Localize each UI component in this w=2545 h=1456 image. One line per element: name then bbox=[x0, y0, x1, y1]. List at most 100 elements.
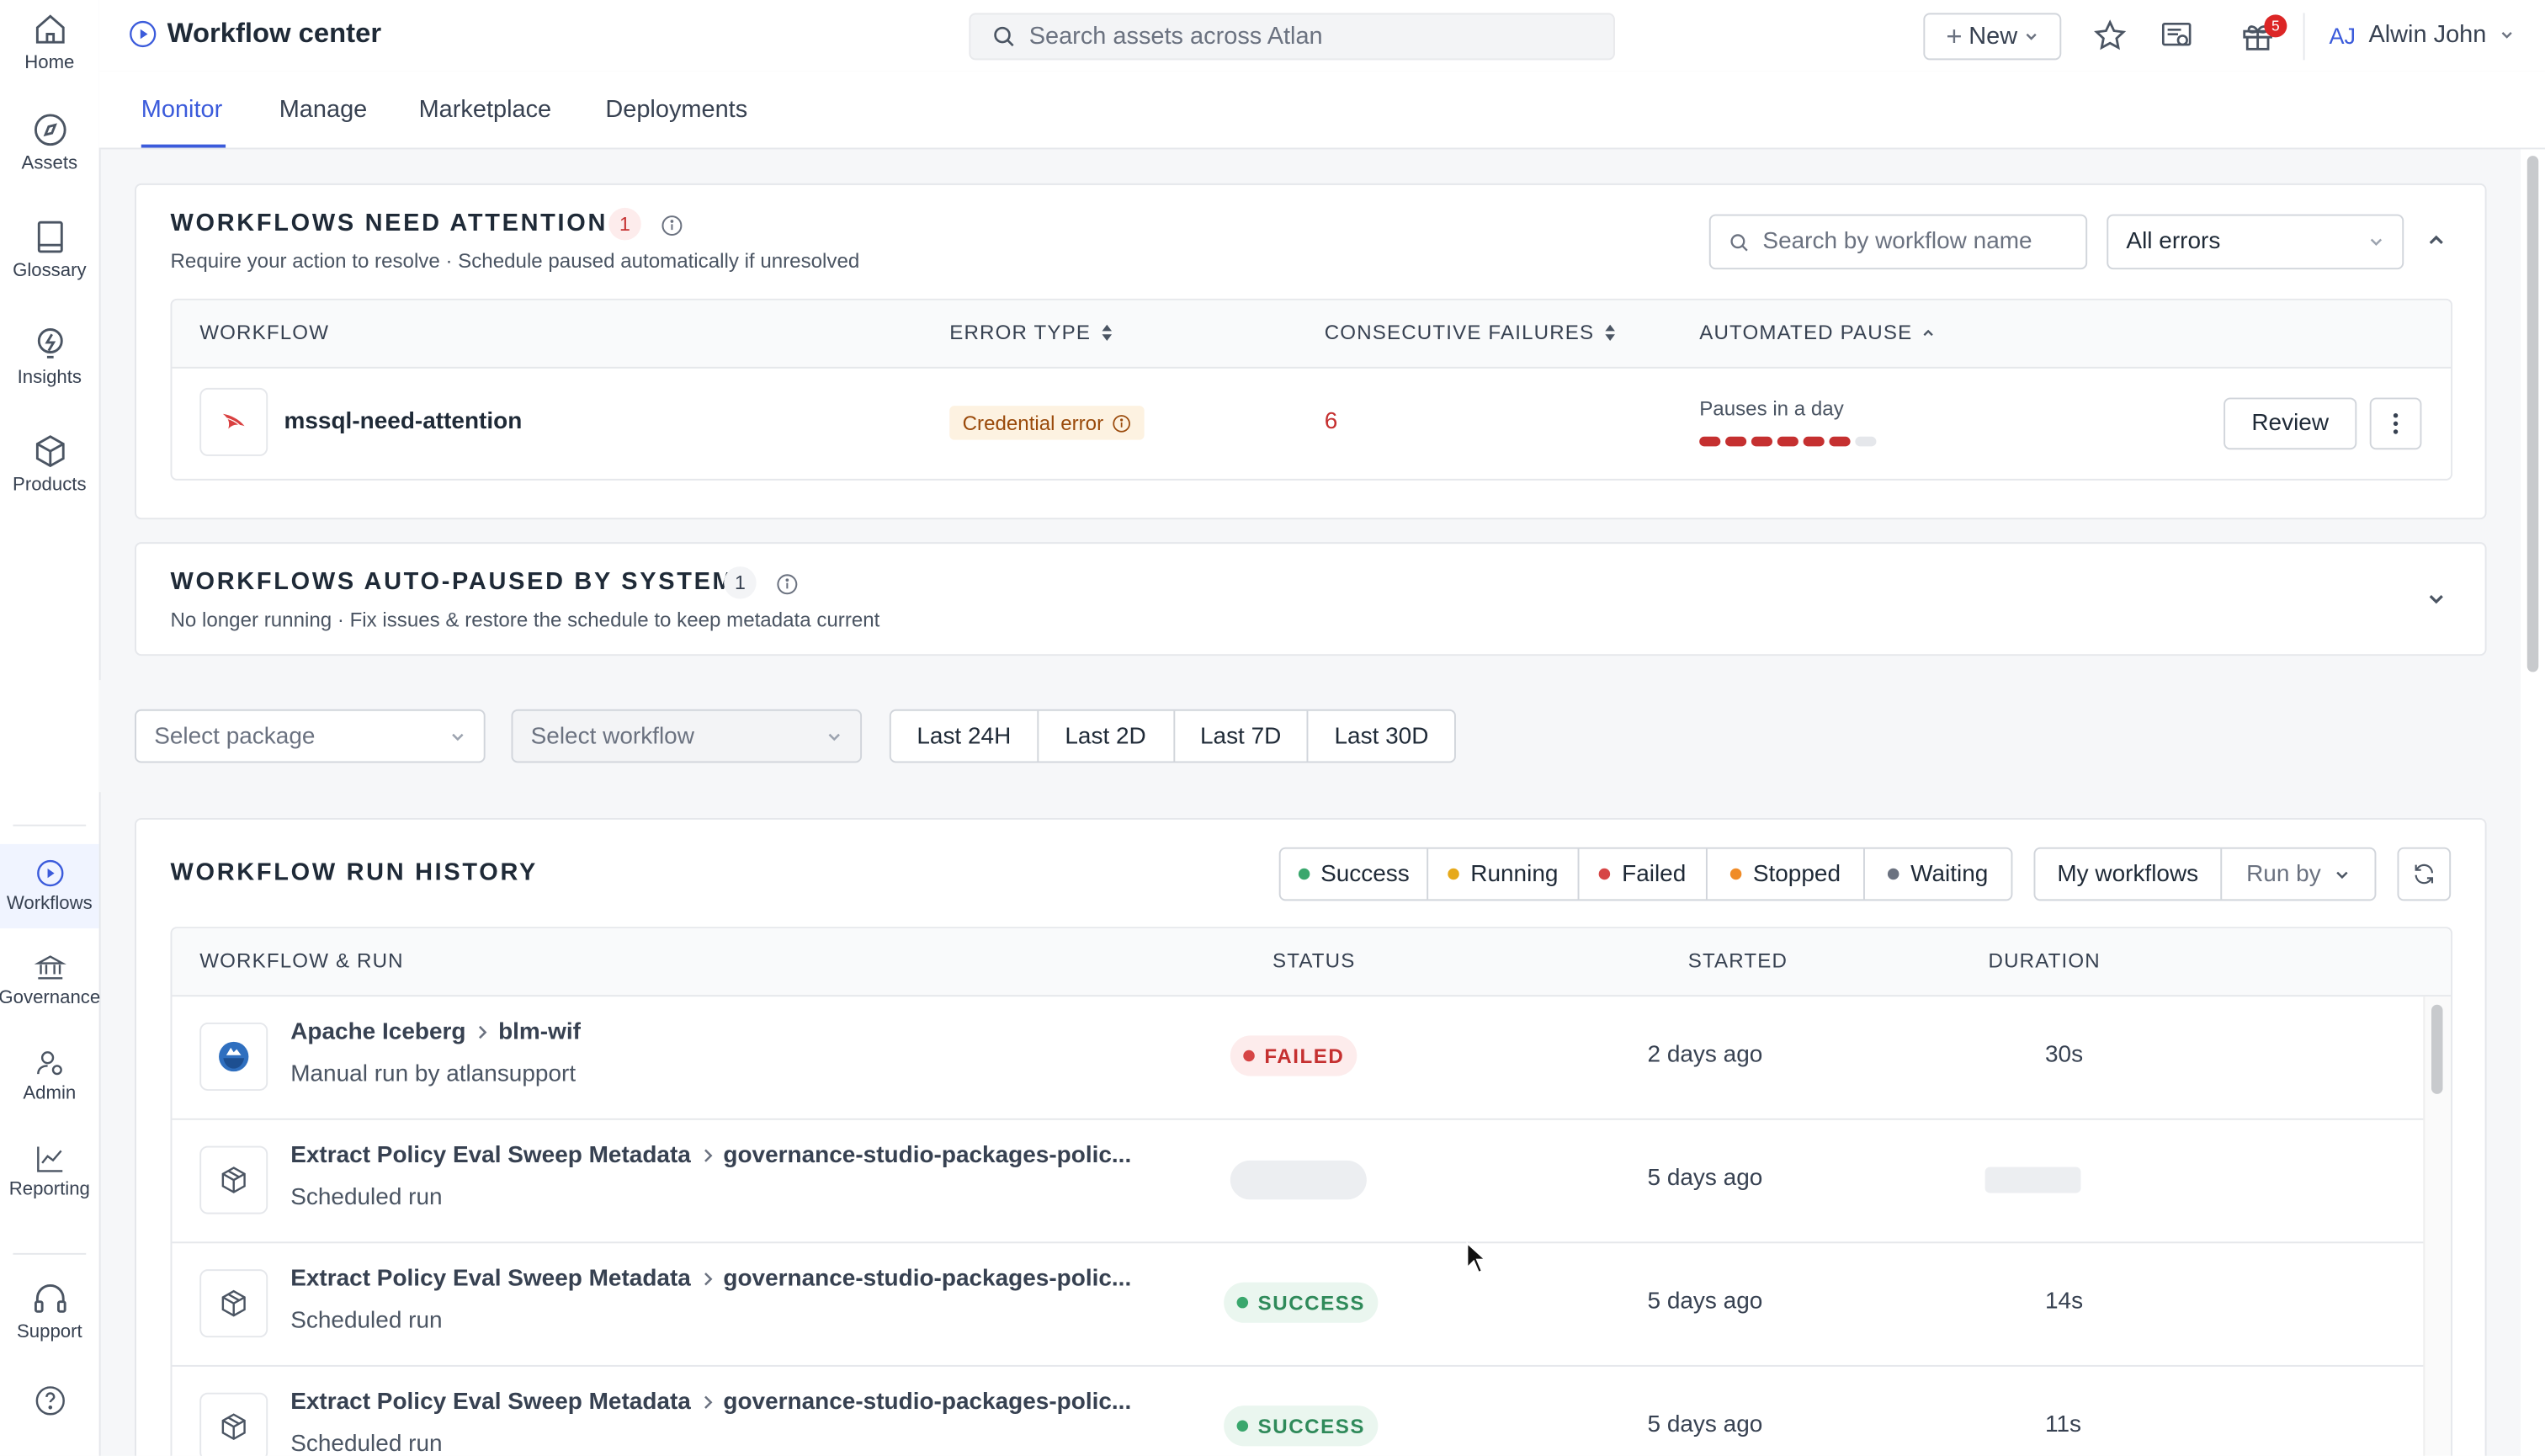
nav-label: Products bbox=[13, 476, 87, 496]
page-title: Workflow center bbox=[128, 18, 381, 50]
chevron-up-icon[interactable] bbox=[2426, 231, 2446, 250]
error-filter-select[interactable]: All errors bbox=[2107, 214, 2404, 270]
table-scrollbar[interactable] bbox=[2423, 996, 2452, 1456]
nav-workflows[interactable]: Workflows bbox=[0, 843, 99, 929]
started-time: 5 days ago bbox=[1647, 1289, 1763, 1315]
chevron-right-icon bbox=[704, 1395, 712, 1409]
nav-admin[interactable]: Admin bbox=[0, 1047, 99, 1138]
status-dot bbox=[1599, 868, 1611, 880]
error-filter-value: All errors bbox=[2126, 228, 2221, 255]
table-row[interactable]: Apache Iceberg blm-wif Manual run by atl… bbox=[172, 996, 2425, 1120]
main-content: WORKFLOWS NEED ATTENTION 1 Require your … bbox=[98, 149, 2521, 1456]
nav-reporting[interactable]: Reporting bbox=[0, 1143, 99, 1234]
help-button[interactable] bbox=[0, 1383, 99, 1456]
workflow-select[interactable]: Select workflow bbox=[511, 709, 863, 763]
range-24h[interactable]: Last 24H bbox=[891, 710, 1039, 762]
chevron-right-icon bbox=[704, 1273, 712, 1286]
col-error-type[interactable]: ERROR TYPE bbox=[949, 321, 1113, 344]
status-filter-waiting[interactable]: Waiting bbox=[1865, 849, 2011, 900]
global-search[interactable] bbox=[969, 13, 1615, 61]
run-title: Extract Policy Eval Sweep Metadata gover… bbox=[290, 1143, 1131, 1169]
package-name[interactable]: Extract Policy Eval Sweep Metadata bbox=[290, 1143, 691, 1169]
run-type: Manual run by atlansupport bbox=[290, 1061, 576, 1088]
table-row[interactable]: Extract Policy Eval Sweep Metadata gover… bbox=[172, 1120, 2425, 1244]
package-select[interactable]: Select package bbox=[135, 709, 486, 763]
tab-marketplace[interactable]: Marketplace bbox=[419, 96, 552, 124]
nav-insights[interactable]: Insights bbox=[0, 325, 99, 416]
workflow-name-search-input[interactable] bbox=[1759, 226, 2059, 257]
nav-label: Home bbox=[24, 53, 75, 73]
more-options-button[interactable] bbox=[2369, 397, 2422, 450]
status-filter-running[interactable]: Running bbox=[1428, 848, 1580, 900]
range-2d[interactable]: Last 2D bbox=[1039, 710, 1175, 762]
workflow-name-search[interactable] bbox=[1708, 214, 2088, 270]
range-7d[interactable]: Last 7D bbox=[1174, 710, 1309, 762]
tab-monitor[interactable]: Monitor bbox=[141, 96, 222, 124]
page-scrollbar-thumb[interactable] bbox=[2526, 156, 2539, 672]
new-button[interactable]: + New bbox=[1923, 13, 2062, 61]
users-gear-icon bbox=[36, 1051, 61, 1076]
table-scrollbar-thumb[interactable] bbox=[2431, 1004, 2443, 1094]
workflow-name[interactable]: blm-wif bbox=[498, 1019, 581, 1045]
status-dot bbox=[1236, 1296, 1249, 1309]
nav-support[interactable]: Support bbox=[0, 1279, 99, 1370]
package-name[interactable]: Apache Iceberg bbox=[290, 1019, 465, 1045]
col-consecutive-failures[interactable]: CONSECUTIVE FAILURES bbox=[1325, 321, 1618, 344]
workflow-name[interactable]: mssql-need-attention bbox=[284, 409, 522, 435]
nav-glossary[interactable]: Glossary bbox=[0, 217, 99, 308]
package-cube-icon bbox=[199, 1392, 268, 1456]
info-icon[interactable] bbox=[1112, 413, 1131, 433]
tab-deployments[interactable]: Deployments bbox=[605, 96, 747, 124]
my-workflows-toggle[interactable]: My workflows bbox=[2035, 848, 2223, 900]
package-cube-icon bbox=[199, 1145, 268, 1214]
workflow-name[interactable]: governance-studio-packages-polic... bbox=[723, 1390, 1131, 1416]
home-icon bbox=[35, 14, 64, 44]
started-time: 5 days ago bbox=[1647, 1165, 1763, 1192]
info-icon[interactable] bbox=[776, 573, 799, 596]
nav-label: Workflows bbox=[6, 894, 93, 914]
info-icon[interactable] bbox=[661, 215, 683, 237]
filter-bar: Select package Select workflow Last 24H … bbox=[98, 680, 2521, 793]
nav-home[interactable]: Home bbox=[0, 10, 99, 101]
package-name[interactable]: Extract Policy Eval Sweep Metadata bbox=[290, 1266, 691, 1292]
attention-table: WORKFLOW ERROR TYPE CONSECUTIVE FAILURES… bbox=[170, 298, 2453, 481]
run-title: Extract Policy Eval Sweep Metadata gover… bbox=[290, 1390, 1131, 1416]
pause-progress-filled bbox=[1699, 436, 1721, 447]
status-dot bbox=[1729, 868, 1742, 880]
nav-assets[interactable]: Assets bbox=[0, 110, 99, 201]
chevron-down-icon[interactable] bbox=[2426, 589, 2446, 608]
tab-manage[interactable]: Manage bbox=[279, 96, 368, 124]
range-30d[interactable]: Last 30D bbox=[1309, 711, 1454, 762]
workflow-name[interactable]: governance-studio-packages-polic... bbox=[723, 1266, 1131, 1292]
status-label: FAILED bbox=[1264, 1044, 1345, 1068]
search-icon bbox=[994, 26, 1014, 47]
nav-governance[interactable]: Governance bbox=[0, 951, 100, 1042]
run-by-select[interactable]: Run by bbox=[2222, 849, 2374, 900]
nav-products[interactable]: Products bbox=[0, 432, 99, 523]
pause-progress-filled bbox=[1751, 436, 1772, 447]
status-filter-stopped[interactable]: Stopped bbox=[1708, 848, 1865, 900]
review-button[interactable]: Review bbox=[2224, 397, 2357, 450]
table-row[interactable]: Extract Policy Eval Sweep Metadata gover… bbox=[172, 1243, 2425, 1367]
pause-progress-empty bbox=[1855, 436, 1877, 447]
star-icon[interactable] bbox=[2092, 18, 2128, 53]
chevron-down-icon bbox=[828, 732, 840, 741]
status-label: SUCCESS bbox=[1257, 1414, 1365, 1437]
certificate-list-icon[interactable] bbox=[2159, 18, 2194, 53]
table-row[interactable]: mssql-need-attention Credential error 6 … bbox=[172, 367, 2451, 479]
table-row[interactable]: Extract Policy Eval Sweep Metadata gover… bbox=[172, 1367, 2425, 1456]
attention-subtitle: Require your action to resolve · Schedul… bbox=[170, 249, 860, 273]
refresh-button[interactable] bbox=[2397, 847, 2452, 901]
user-menu[interactable]: AJ Alwin John bbox=[2329, 21, 2514, 49]
status-filter-success[interactable]: Success bbox=[1281, 848, 1429, 900]
global-search-input[interactable] bbox=[1025, 21, 1585, 52]
package-name[interactable]: Extract Policy Eval Sweep Metadata bbox=[290, 1390, 691, 1416]
workflow-name[interactable]: governance-studio-packages-polic... bbox=[723, 1143, 1131, 1169]
status-filter-failed[interactable]: Failed bbox=[1579, 848, 1708, 900]
status-filter-label: Running bbox=[1470, 861, 1559, 887]
col-automated-pause[interactable]: AUTOMATED PAUSE bbox=[1699, 321, 1935, 344]
avatar: AJ bbox=[2329, 22, 2356, 48]
autopaused-card[interactable]: WORKFLOWS AUTO-PAUSED BY SYSTEM 1 No lon… bbox=[135, 542, 2487, 656]
sort-icon bbox=[1605, 324, 1616, 341]
status-badge: FAILED bbox=[1230, 1035, 1358, 1076]
